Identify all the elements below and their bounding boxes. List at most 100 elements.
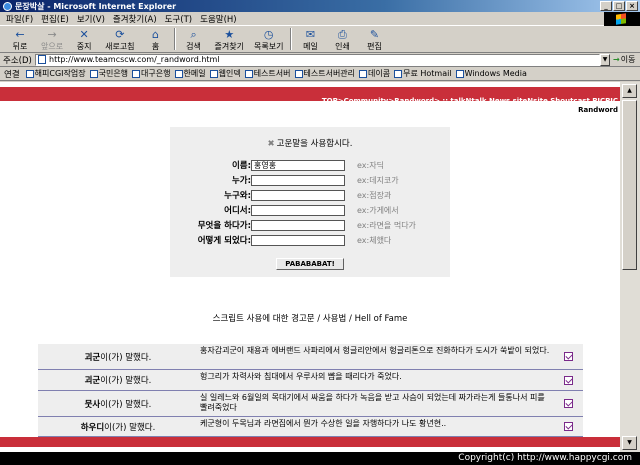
site-nav-sub: Randword (578, 106, 618, 114)
entry-message: 케군형이 두목님과 라면집에서 뭔가 수상한 일을 자행하다가 나도 황년현.. (200, 419, 447, 428)
check-icon (563, 422, 573, 431)
link-page-icon (174, 69, 183, 78)
name-input[interactable] (251, 159, 345, 171)
with-whom-input[interactable] (251, 189, 345, 201)
list-item: 뭇사 이(가) 말했다. 실 일레느와 6월일의 목대기에서 싸움을 하다가 녹음… (38, 391, 583, 417)
entry-message: 홍자감괴군이 재용과 에버랜드 사파리에서 헝글리안에서 헝글리톤으로 진화하다… (200, 346, 550, 355)
link-item[interactable]: 데이콤 (359, 68, 390, 79)
copyright-bar: Copyright(c) http://www.happycgi.com (0, 452, 640, 465)
mail-button[interactable]: ✉ 메일 (294, 27, 326, 52)
address-bar: 주소(D) http://www.teamcscw.com/_randword.… (0, 53, 640, 67)
menu-view[interactable]: 보기(V) (77, 13, 105, 25)
menu-favorites[interactable]: 즐겨찾기(A) (113, 13, 157, 25)
link-page-icon (132, 69, 141, 78)
home-icon: ⌂ (152, 28, 160, 41)
edit-button[interactable]: ✎ 편집 (358, 27, 390, 52)
link-item[interactable]: 무료 Hotmail (394, 68, 452, 79)
menu-tools[interactable]: 도구(T) (165, 13, 192, 25)
refresh-button[interactable]: ⟳ 새로고침 (100, 27, 139, 52)
history-button[interactable]: ◷ 목록보기 (249, 27, 288, 52)
toolbar-separator (173, 28, 176, 50)
list-item: 괴군 이(가) 말했다. 홍자감괴군이 재용과 에버랜드 사파리에서 헝글리안에서… (38, 344, 583, 370)
link-item[interactable]: 테스트서버관리 (294, 68, 355, 79)
link-item[interactable]: 대구은행 (132, 68, 171, 79)
page-icon (38, 55, 46, 64)
scroll-down-button[interactable]: ▼ (622, 436, 637, 450)
menu-bar: 파일(F) 편집(E) 보기(V) 즐겨찾기(A) 도구(T) 도움말(H) (0, 12, 640, 26)
who-input[interactable] (251, 174, 345, 186)
history-icon: ◷ (263, 28, 274, 41)
window-title: 문장박살 - Microsoft Internet Explorer (15, 1, 177, 11)
entry-check[interactable] (553, 417, 583, 436)
link-item[interactable]: 해피CGI작업장 (25, 68, 86, 79)
go-button[interactable]: → 이동 (613, 54, 635, 65)
back-button[interactable]: ← 뒤로 (4, 27, 36, 52)
form-row-who: 누가: ex:데지코가 (231, 174, 399, 186)
edit-icon: ✎ (369, 28, 380, 41)
entry-check[interactable] (553, 370, 583, 390)
menu-edit[interactable]: 편집(E) (41, 13, 69, 25)
window-controls: _ □ × (600, 1, 638, 11)
windows-logo-icon (604, 12, 640, 26)
form-row-result: 어떻게 되었다: ex:체했다 (197, 234, 392, 246)
address-label: 주소(D) (3, 55, 32, 66)
search-button[interactable]: ⌕ 검색 (178, 27, 210, 52)
what-input[interactable] (251, 219, 345, 231)
link-page-icon (294, 69, 303, 78)
list-item: 괴군 이(가) 말했다. 헝그리가 차력사와 침대에서 우루사의 뺨을 때리다가 … (38, 370, 583, 391)
vertical-scrollbar[interactable]: ▲ ▼ (620, 82, 640, 452)
address-dropdown-button[interactable]: ▼ (600, 53, 610, 66)
x-icon: ✖ (267, 139, 275, 149)
footer-band (0, 437, 620, 447)
scroll-thumb[interactable] (622, 100, 637, 270)
go-arrow-icon: → (613, 55, 620, 64)
favorites-button[interactable]: ★ 즐겨찾기 (210, 27, 249, 52)
word-form: ✖고운말을 사용합시다. 이름: ex:자딕 누가: ex:데지코가 누구와: … (170, 127, 450, 277)
link-item[interactable]: Windows Media (455, 69, 527, 78)
check-icon (563, 352, 573, 361)
back-arrow-icon: ← (15, 28, 25, 41)
stop-icon: ✕ (79, 28, 89, 41)
entry-check[interactable] (553, 391, 583, 416)
links-title: 연결 (4, 69, 20, 80)
link-item[interactable]: 국민은행 (89, 68, 128, 79)
print-button[interactable]: ⎙ 인쇄 (326, 27, 358, 52)
link-item[interactable]: 한메일 (174, 68, 206, 79)
search-icon: ⌕ (190, 28, 197, 41)
links-bar: 연결 해피CGI작업장 국민은행 대구은행 한메일 웹인덱 테스트서버 테스트서… (0, 67, 640, 81)
refresh-icon: ⟳ (115, 28, 125, 41)
entry-message: 헝그리가 차력사와 침대에서 우루사의 뺨을 때리다가 죽었다. (200, 372, 402, 381)
scroll-up-button[interactable]: ▲ (622, 84, 637, 98)
link-page-icon (209, 69, 218, 78)
form-row-name: 이름: ex:자딕 (170, 159, 450, 171)
link-page-icon (359, 69, 368, 78)
site-nav[interactable]: TOP>Community>Randword> :: talkNtalk New… (322, 97, 618, 105)
list-item: 하우디 이(가) 말했다. 케군형이 두목님과 라면집에서 뭔가 수상한 일을 자… (38, 417, 583, 437)
form-row-with-whom: 누구와: ex:점장과 (224, 189, 392, 201)
entry-check[interactable] (553, 344, 583, 369)
forward-button[interactable]: → 앞으로 (36, 27, 68, 52)
menu-help[interactable]: 도움말(H) (200, 13, 236, 25)
address-input[interactable]: http://www.teamcscw.com/_randword.html (35, 53, 600, 66)
close-button[interactable]: × (626, 1, 638, 11)
link-page-icon (394, 69, 403, 78)
toolbar: ← 뒤로 → 앞으로 ✕ 중지 ⟳ 새로고침 ⌂ 홈 ⌕ 검색 ★ 즐겨찾기 ◷ 목록보기 ✉ 메… (0, 27, 640, 53)
menu-file[interactable]: 파일(F) (6, 13, 33, 25)
entry-author: 뭇사 이(가) 말했다. (84, 399, 152, 410)
link-page-icon (25, 69, 34, 78)
result-input[interactable] (251, 234, 345, 246)
ie-icon (3, 1, 12, 11)
link-item[interactable]: 테스트서버 (244, 68, 291, 79)
entry-author: 하우디 이(가) 말했다. (80, 422, 156, 433)
home-button[interactable]: ⌂ 홈 (140, 27, 172, 52)
entry-message: 실 일레느와 6월일의 목대기에서 싸움을 하다가 녹음을 받고 사슴이 되었는… (200, 393, 545, 412)
submit-button[interactable]: PABABABAT! (276, 258, 344, 270)
minimize-button[interactable]: _ (600, 1, 612, 11)
favorites-icon: ★ (224, 28, 235, 41)
info-links[interactable]: 스크립트 사용에 대한 경고문 / 사용법 / Hell of Fame (0, 312, 620, 324)
page-content: TOP>Community>Randword> :: talkNtalk New… (0, 82, 620, 452)
maximize-button[interactable]: □ (613, 1, 625, 11)
link-item[interactable]: 웹인덱 (209, 68, 241, 79)
stop-button[interactable]: ✕ 중지 (68, 27, 100, 52)
where-input[interactable] (251, 204, 345, 216)
